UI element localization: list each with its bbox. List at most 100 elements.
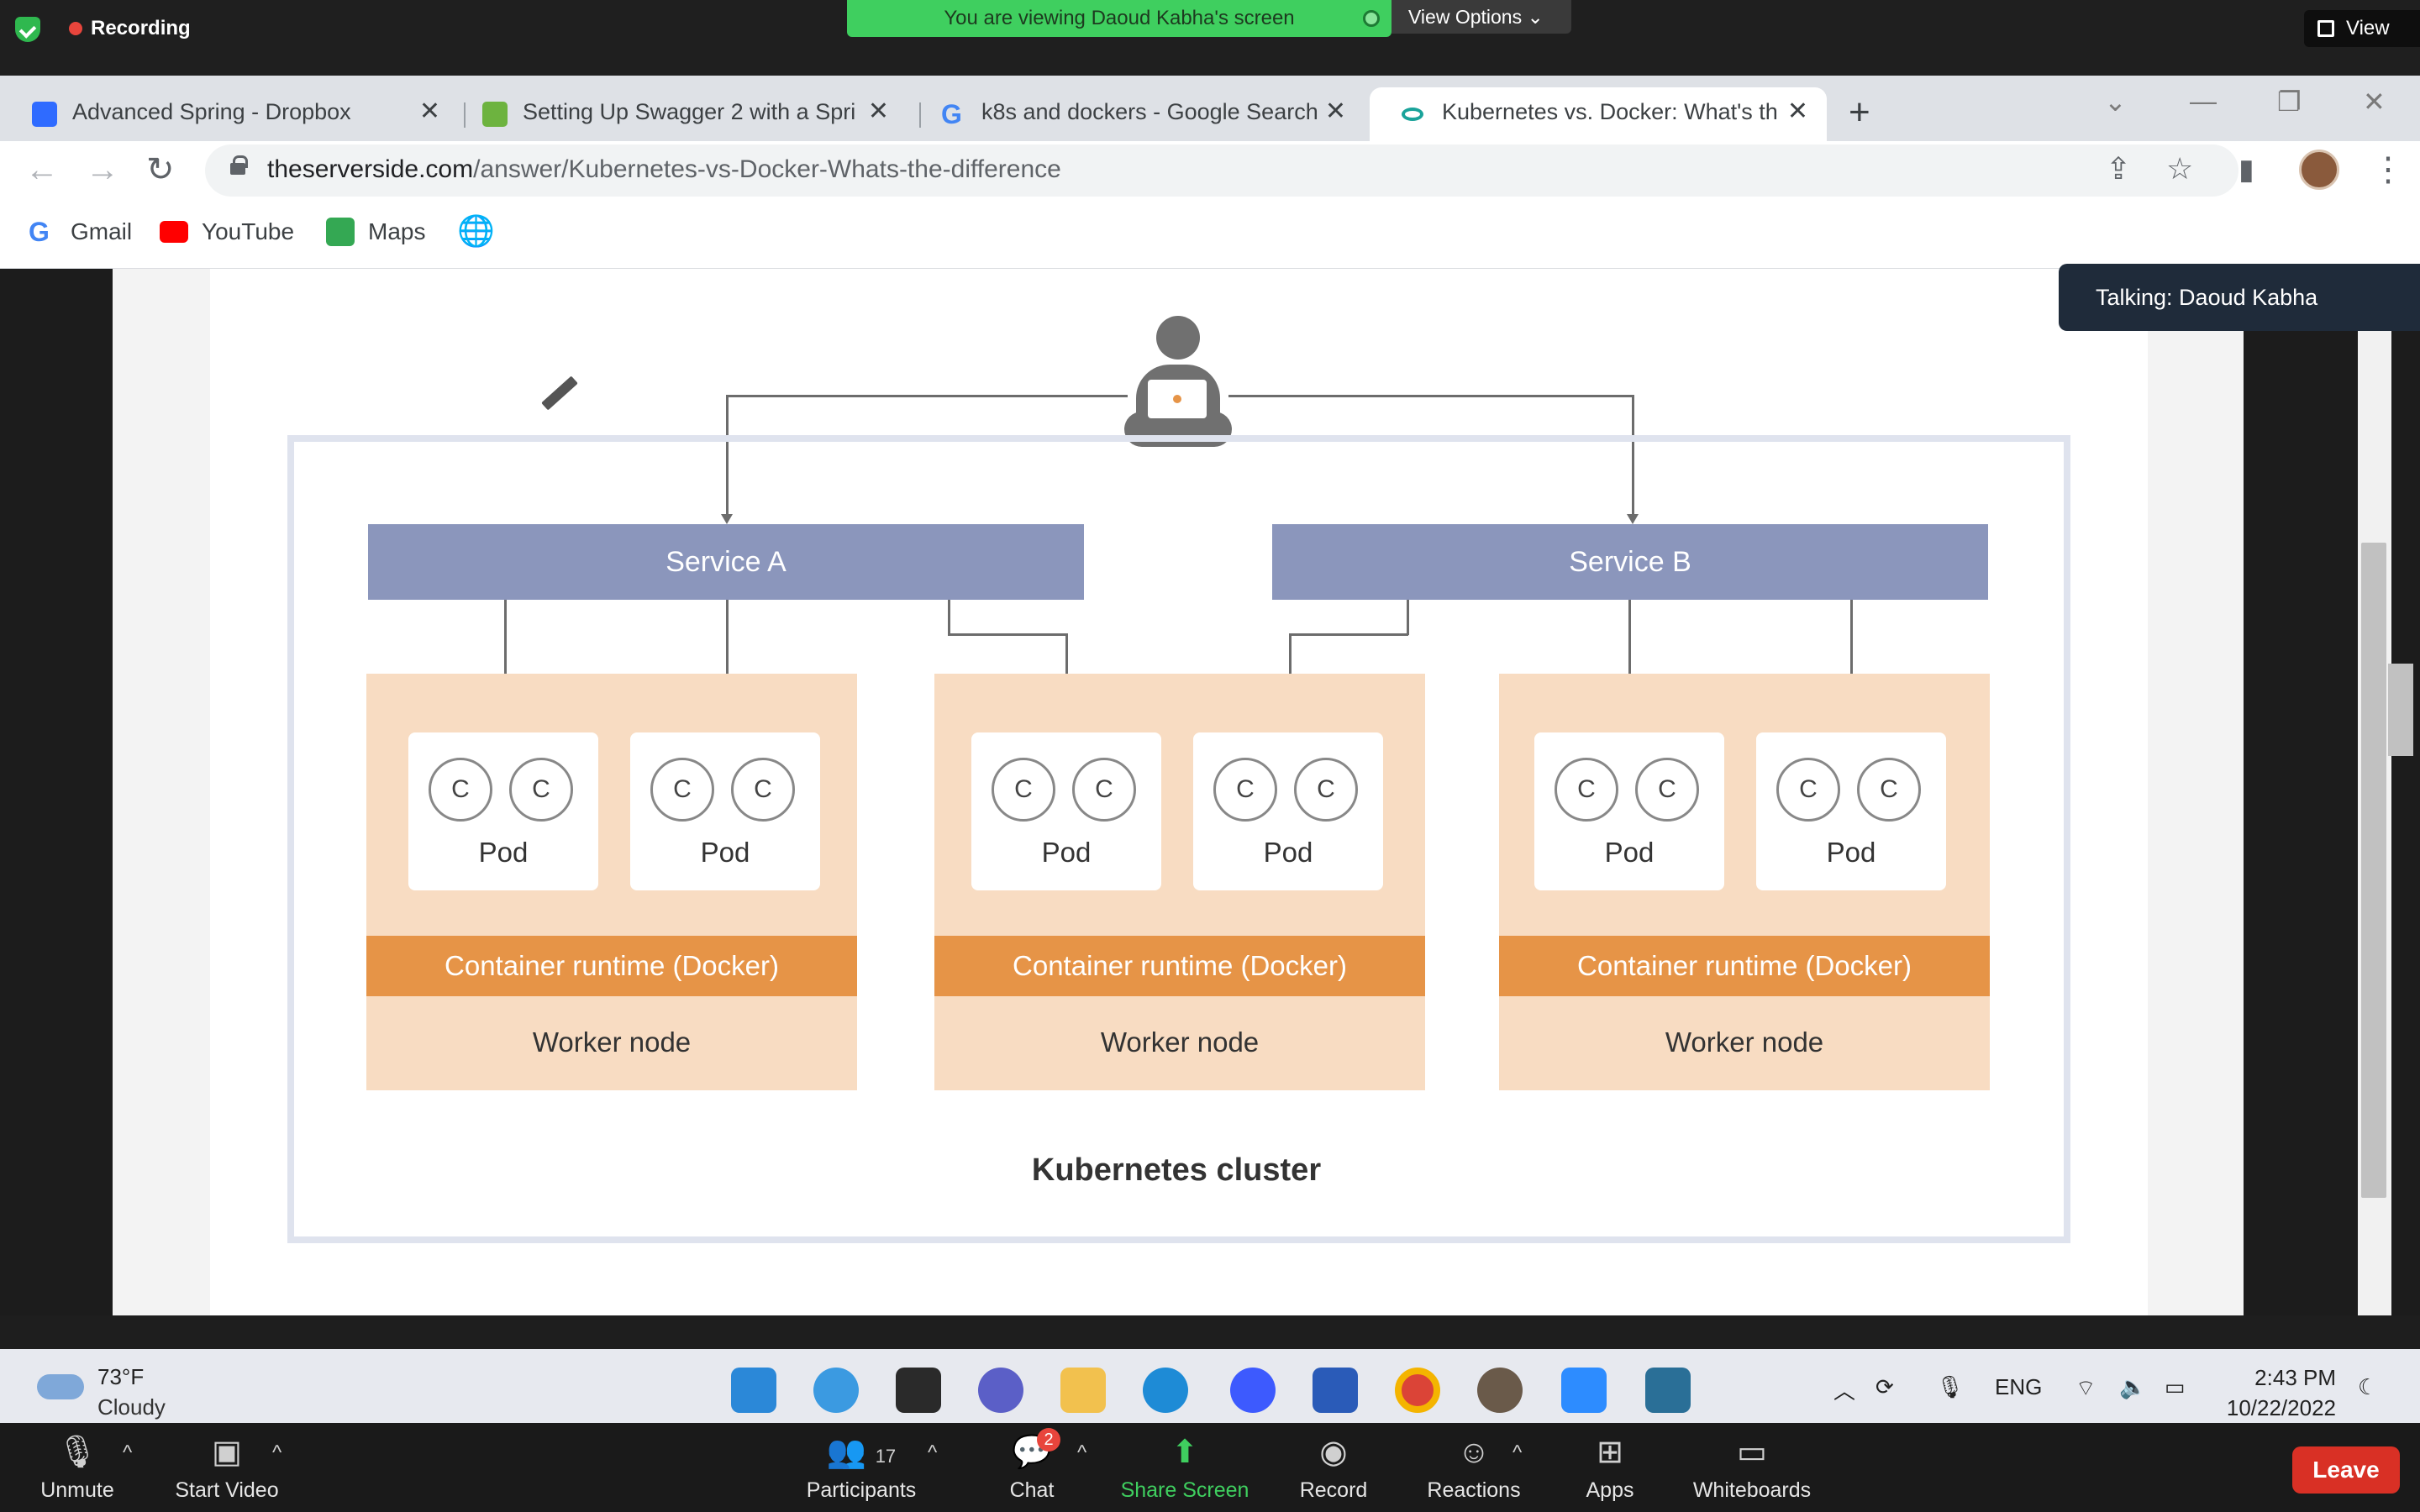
- app-icon[interactable]: [1230, 1368, 1276, 1413]
- horizontal-scrollbar[interactable]: [0, 1315, 2420, 1332]
- tab-swagger[interactable]: Setting Up Swagger 2 with a Spri ✕: [450, 87, 908, 141]
- container-circle: C: [509, 758, 573, 822]
- view-button[interactable]: View: [2304, 10, 2420, 47]
- connector-line: [1407, 600, 1409, 635]
- new-tab-button[interactable]: +: [1849, 87, 1870, 138]
- share-screen-label: Share Screen: [1120, 1478, 1249, 1502]
- language-indicator[interactable]: ENG: [1995, 1374, 2042, 1400]
- file-explorer-icon[interactable]: [1060, 1368, 1106, 1413]
- worker-node-label: Worker node: [1665, 1026, 1824, 1058]
- tab-search-icon[interactable]: ⌄: [2104, 86, 2127, 118]
- minimize-icon[interactable]: —: [2190, 86, 2217, 117]
- video-off-icon: ▣: [212, 1435, 242, 1470]
- outer-scrollbar-thumb[interactable]: [2388, 664, 2413, 756]
- unmute-button[interactable]: 🎙 Unmute: [34, 1435, 121, 1503]
- bookmark-maps[interactable]: Maps: [326, 218, 425, 246]
- close-icon[interactable]: ✕: [419, 87, 440, 136]
- lock-icon[interactable]: [230, 155, 248, 175]
- bookmark-gmail[interactable]: G Gmail: [29, 218, 133, 246]
- wifi-icon[interactable]: ⌔: [2075, 1374, 2096, 1402]
- close-window-icon[interactable]: ✕: [2363, 86, 2386, 118]
- reactions-button[interactable]: ☺ Reactions: [1423, 1435, 1524, 1503]
- store-icon[interactable]: [1313, 1368, 1358, 1413]
- address-bar[interactable]: theserverside.com/answer/Kubernetes-vs-D…: [205, 144, 2238, 197]
- close-icon[interactable]: ✕: [868, 87, 889, 136]
- container-circle: C: [992, 758, 1055, 822]
- moon-icon[interactable]: ☾: [2358, 1374, 2377, 1400]
- menu-icon[interactable]: ⋮: [2371, 148, 2405, 192]
- teams-chat-icon[interactable]: [978, 1368, 1023, 1413]
- apps-button[interactable]: ⊞ Apps: [1576, 1435, 1644, 1503]
- pod-box: C C Pod: [408, 732, 598, 890]
- chat-badge: 2: [1037, 1428, 1060, 1452]
- edge-icon[interactable]: [1143, 1368, 1188, 1413]
- pod-box: C C Pod: [630, 732, 820, 890]
- participants-label: Participants: [806, 1478, 917, 1502]
- globe-icon[interactable]: 🌐: [457, 213, 495, 249]
- view-options-button[interactable]: View Options ⌄: [1392, 0, 1571, 34]
- weather-temperature[interactable]: 73°F: [97, 1364, 144, 1390]
- tab-dropbox[interactable]: Advanced Spring - Dropbox ✕: [0, 87, 459, 141]
- back-icon[interactable]: ←: [25, 148, 59, 192]
- share-icon[interactable]: ⇪: [2106, 151, 2131, 186]
- close-icon[interactable]: ✕: [1787, 87, 1808, 136]
- record-label: Record: [1299, 1478, 1368, 1502]
- app-icon[interactable]: [1477, 1368, 1523, 1413]
- unmute-label: Unmute: [40, 1478, 114, 1502]
- profile-avatar[interactable]: [2299, 150, 2339, 190]
- sync-icon[interactable]: ⟳: [1876, 1374, 1894, 1400]
- container-circle: C: [650, 758, 714, 822]
- smiley-icon: ☺: [1457, 1435, 1491, 1470]
- restore-icon[interactable]: ❐: [2277, 86, 2302, 118]
- whiteboards-button[interactable]: ▭ Whiteboards: [1689, 1435, 1815, 1503]
- worker-node-label: Worker node: [532, 1026, 692, 1058]
- cloud-icon[interactable]: [37, 1374, 84, 1399]
- scrollbar-thumb[interactable]: [2361, 543, 2386, 1198]
- search-icon[interactable]: [813, 1368, 859, 1413]
- bookmark-star-icon[interactable]: ☆: [2166, 151, 2193, 186]
- container-circle: C: [1213, 758, 1277, 822]
- speaker-icon[interactable]: 🔈: [2119, 1374, 2146, 1400]
- reload-icon[interactable]: ↻: [146, 148, 175, 192]
- chevron-up-icon[interactable]: ^: [272, 1441, 281, 1465]
- tab-kubernetes-docker[interactable]: Kubernetes vs. Docker: What's th ✕: [1370, 87, 1827, 141]
- close-icon[interactable]: ✕: [1325, 87, 1346, 136]
- chevron-up-icon[interactable]: ^: [1077, 1441, 1086, 1465]
- container-circle: C: [1294, 758, 1358, 822]
- chrome-icon[interactable]: [1395, 1368, 1440, 1413]
- worker-node-box: C C Pod C C Pod Container runtime (Docke…: [934, 674, 1425, 1090]
- connector-line: [948, 600, 950, 635]
- chevron-up-icon[interactable]: ^: [928, 1441, 937, 1465]
- url-text[interactable]: theserverside.com/answer/Kubernetes-vs-D…: [267, 155, 1061, 184]
- recording-label[interactable]: Recording: [91, 17, 191, 40]
- bookmark-youtube[interactable]: YouTube: [160, 218, 294, 245]
- windows-start-icon[interactable]: [731, 1368, 776, 1413]
- battery-icon[interactable]: ▭: [2165, 1374, 2186, 1400]
- container-runtime-bar: Container runtime (Docker): [1499, 936, 1990, 996]
- clock[interactable]: 2:43 PM 10/22/2022: [2218, 1362, 2336, 1423]
- side-panel-icon[interactable]: ▮: [2238, 148, 2254, 192]
- start-video-button[interactable]: ▣ Start Video: [166, 1435, 287, 1503]
- zoom-icon[interactable]: [1561, 1368, 1607, 1413]
- pod-box: C C Pod: [1193, 732, 1383, 890]
- weather-condition[interactable]: Cloudy: [97, 1394, 166, 1420]
- connector-line: [1289, 633, 1408, 636]
- chevron-up-icon[interactable]: ^: [123, 1441, 132, 1465]
- clock-date: 10/22/2022: [2226, 1395, 2336, 1420]
- shield-icon[interactable]: [15, 17, 40, 42]
- chevron-up-icon[interactable]: ^: [1512, 1441, 1522, 1465]
- chevron-up-icon[interactable]: ︿: [1833, 1374, 1855, 1405]
- worker-node-box: C C Pod C C Pod Container runtime (Docke…: [366, 674, 857, 1090]
- mysql-workbench-icon[interactable]: [1645, 1368, 1691, 1413]
- leave-button[interactable]: Leave: [2292, 1446, 2400, 1494]
- share-screen-button[interactable]: ⬆ Share Screen: [1118, 1435, 1252, 1503]
- pod-box: C C Pod: [1534, 732, 1724, 890]
- container-runtime-bar: Container runtime (Docker): [934, 936, 1425, 996]
- microphone-icon[interactable]: 🎙: [1936, 1374, 1964, 1400]
- tab-google-search[interactable]: G k8s and dockers - Google Search ✕: [909, 87, 1365, 141]
- task-view-icon[interactable]: [896, 1368, 941, 1413]
- bookmark-label: Gmail: [71, 218, 133, 244]
- participants-button[interactable]: 👥 17 Participants: [798, 1435, 924, 1503]
- record-button[interactable]: ◉ Record: [1296, 1435, 1371, 1503]
- forward-icon[interactable]: →: [86, 148, 119, 192]
